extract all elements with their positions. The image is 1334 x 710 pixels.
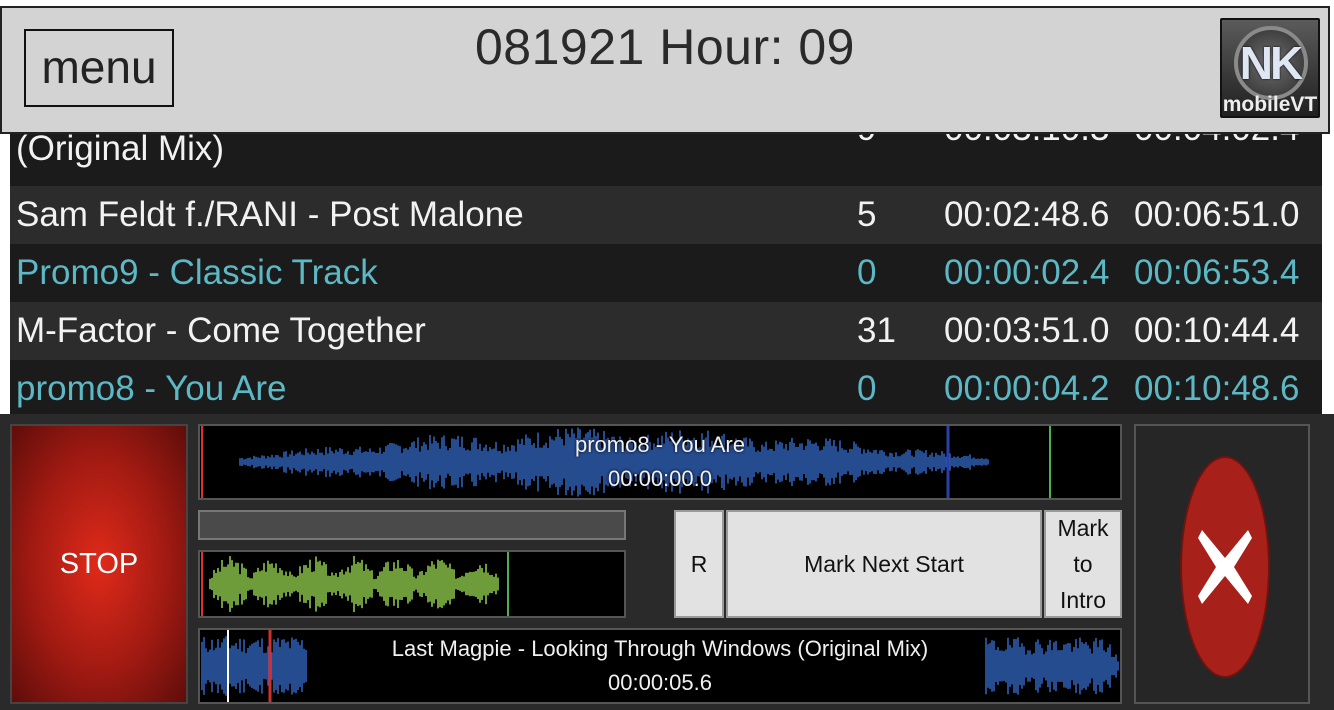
row-title: M-Factor - Come Together <box>16 311 426 350</box>
logo-subtitle: mobileVT <box>1222 93 1318 116</box>
mark-next-start-button[interactable]: Mark Next Start <box>726 510 1042 618</box>
playlist-row[interactable]: promo8 - You Are 0 00:00:04.2 00:10:48.6 <box>10 360 1322 414</box>
row-end-time: 00:06:53.4 <box>1134 253 1300 292</box>
playlist-row[interactable]: Promo9 - Classic Track 0 00:00:02.4 00:0… <box>10 244 1322 302</box>
row-title: Sam Feldt f./RANI - Post Malone <box>16 195 524 234</box>
row-duration: 00:00:04.2 <box>944 369 1110 408</box>
playlist-row[interactable]: Sam Feldt f./RANI - Post Malone 5 00:02:… <box>10 186 1322 244</box>
preview-waveform[interactable] <box>198 550 626 618</box>
row-end-time: 00:10:44.4 <box>1134 311 1300 350</box>
close-icon <box>1198 530 1252 604</box>
row-title: Promo9 - Classic Track <box>16 253 378 292</box>
app-logo: NK mobileVT <box>1220 18 1320 118</box>
side-panel <box>1134 424 1310 704</box>
playlist-row[interactable]: M-Factor - Come Together 31 00:03:51.0 0… <box>10 302 1322 360</box>
r-button[interactable]: R <box>674 510 724 618</box>
row-number: 0 <box>857 253 877 292</box>
current-track-title: promo8 - You Are <box>574 432 745 457</box>
row-duration: 00:00:02.4 <box>944 253 1110 292</box>
row-number: 31 <box>857 311 896 350</box>
stop-button[interactable]: STOP <box>10 424 188 704</box>
next-track-time: 00:00:05.6 <box>608 670 712 695</box>
row-end-time: 00:10:48.6 <box>1134 369 1300 408</box>
row-duration: 00:03:10.3 <box>944 134 1109 158</box>
playlist: (Original Mix) 9 00:03:10.3 00:04:02.4 S… <box>10 134 1322 414</box>
row-number: 0 <box>857 369 877 408</box>
page-title: 081921 Hour: 09 <box>474 19 855 75</box>
mark-to-intro-line: to <box>1073 551 1093 577</box>
next-waveform[interactable]: Last Magpie - Looking Through Windows (O… <box>198 628 1122 704</box>
current-waveform[interactable]: promo8 - You Are 00:00:00.0 <box>198 424 1122 500</box>
row-end-time: 00:04:02.4 <box>1134 134 1299 158</box>
playlist-row-partial[interactable]: (Original Mix) 9 00:03:10.3 00:04:02.4 <box>10 134 1322 168</box>
preview-waveform-graphic <box>201 552 509 616</box>
player-panel: STOP promo8 - You Are 00:00:00.0 R Mark … <box>0 414 1334 710</box>
row-title: promo8 - You Are <box>16 369 287 408</box>
header-bar: menu 081921 Hour: 09 NK mobileVT <box>0 6 1330 134</box>
next-track-title: Last Magpie - Looking Through Windows (O… <box>391 636 929 661</box>
progress-bar[interactable] <box>198 510 626 540</box>
row-duration: 00:02:48.6 <box>944 195 1110 234</box>
row-duration: 00:03:51.0 <box>944 311 1110 350</box>
mark-to-intro-label: Mark to Intro <box>1057 510 1108 618</box>
row-title: (Original Mix) <box>16 134 225 168</box>
row-number: 9 <box>857 134 917 158</box>
current-track-time: 00:00:00.0 <box>608 466 712 491</box>
mark-to-intro-button[interactable]: Mark to Intro <box>1044 510 1122 618</box>
row-number: 5 <box>857 195 877 234</box>
close-button[interactable] <box>1180 456 1270 678</box>
mark-to-intro-line: Mark <box>1057 515 1109 541</box>
mark-to-intro-line: Intro <box>1059 587 1107 613</box>
logo-text: NK <box>1239 37 1303 89</box>
row-end-time: 00:06:51.0 <box>1134 195 1300 234</box>
